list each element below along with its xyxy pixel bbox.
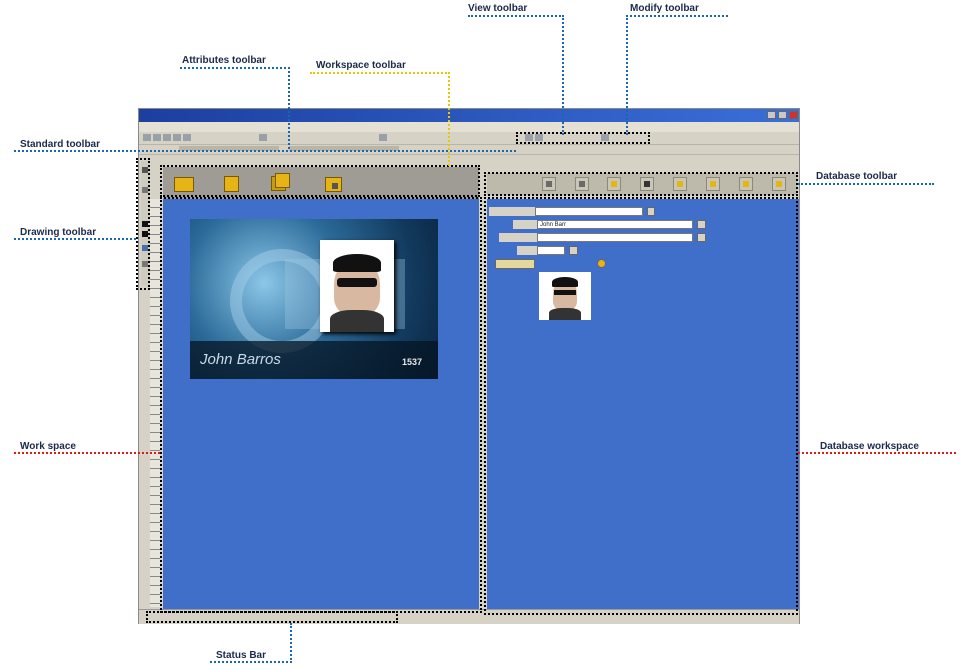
vertical-ruler [150,199,160,607]
minimize-button[interactable] [767,111,776,119]
work-space-outline [160,197,482,613]
database-pane-header [491,156,551,166]
new-icon[interactable] [143,134,151,141]
database-workspace-outline [484,197,798,615]
view-modify-toolbar-outline [516,132,650,144]
drawing-toolbar-callout: Drawing toolbar [20,227,97,238]
menu-bar[interactable] [139,122,799,132]
database-workspace-callout: Database workspace [820,441,919,452]
open-icon[interactable] [153,134,161,141]
status-bar-callout: Status Bar [216,650,267,661]
attributes-toolbar-callout: Attributes toolbar [182,55,266,66]
database-toolbar-outline [484,172,798,196]
save-icon[interactable] [163,134,171,141]
standard-toolbar-row [139,132,799,145]
title-bar [139,109,799,122]
print-icon[interactable] [173,134,181,141]
status-bar-outline [146,611,398,623]
drawing-toolbar-outline [136,158,150,290]
workspace-toolbar-outline [160,165,480,197]
workspace-toolbar-callout: Workspace toolbar [316,60,406,71]
view-toolbar-callout: View toolbar [468,3,528,14]
modify-toolbar-callout: Modify toolbar [630,3,699,14]
close-button[interactable] [789,111,798,119]
database-toolbar-callout: Database toolbar [816,171,898,182]
cut-icon[interactable] [183,134,191,141]
maximize-button[interactable] [778,111,787,119]
grid-icon[interactable] [379,134,387,141]
work-space-callout: Work space [20,441,76,452]
standard-toolbar-callout: Standard toolbar [20,139,101,150]
zoom-icon[interactable] [259,134,267,141]
